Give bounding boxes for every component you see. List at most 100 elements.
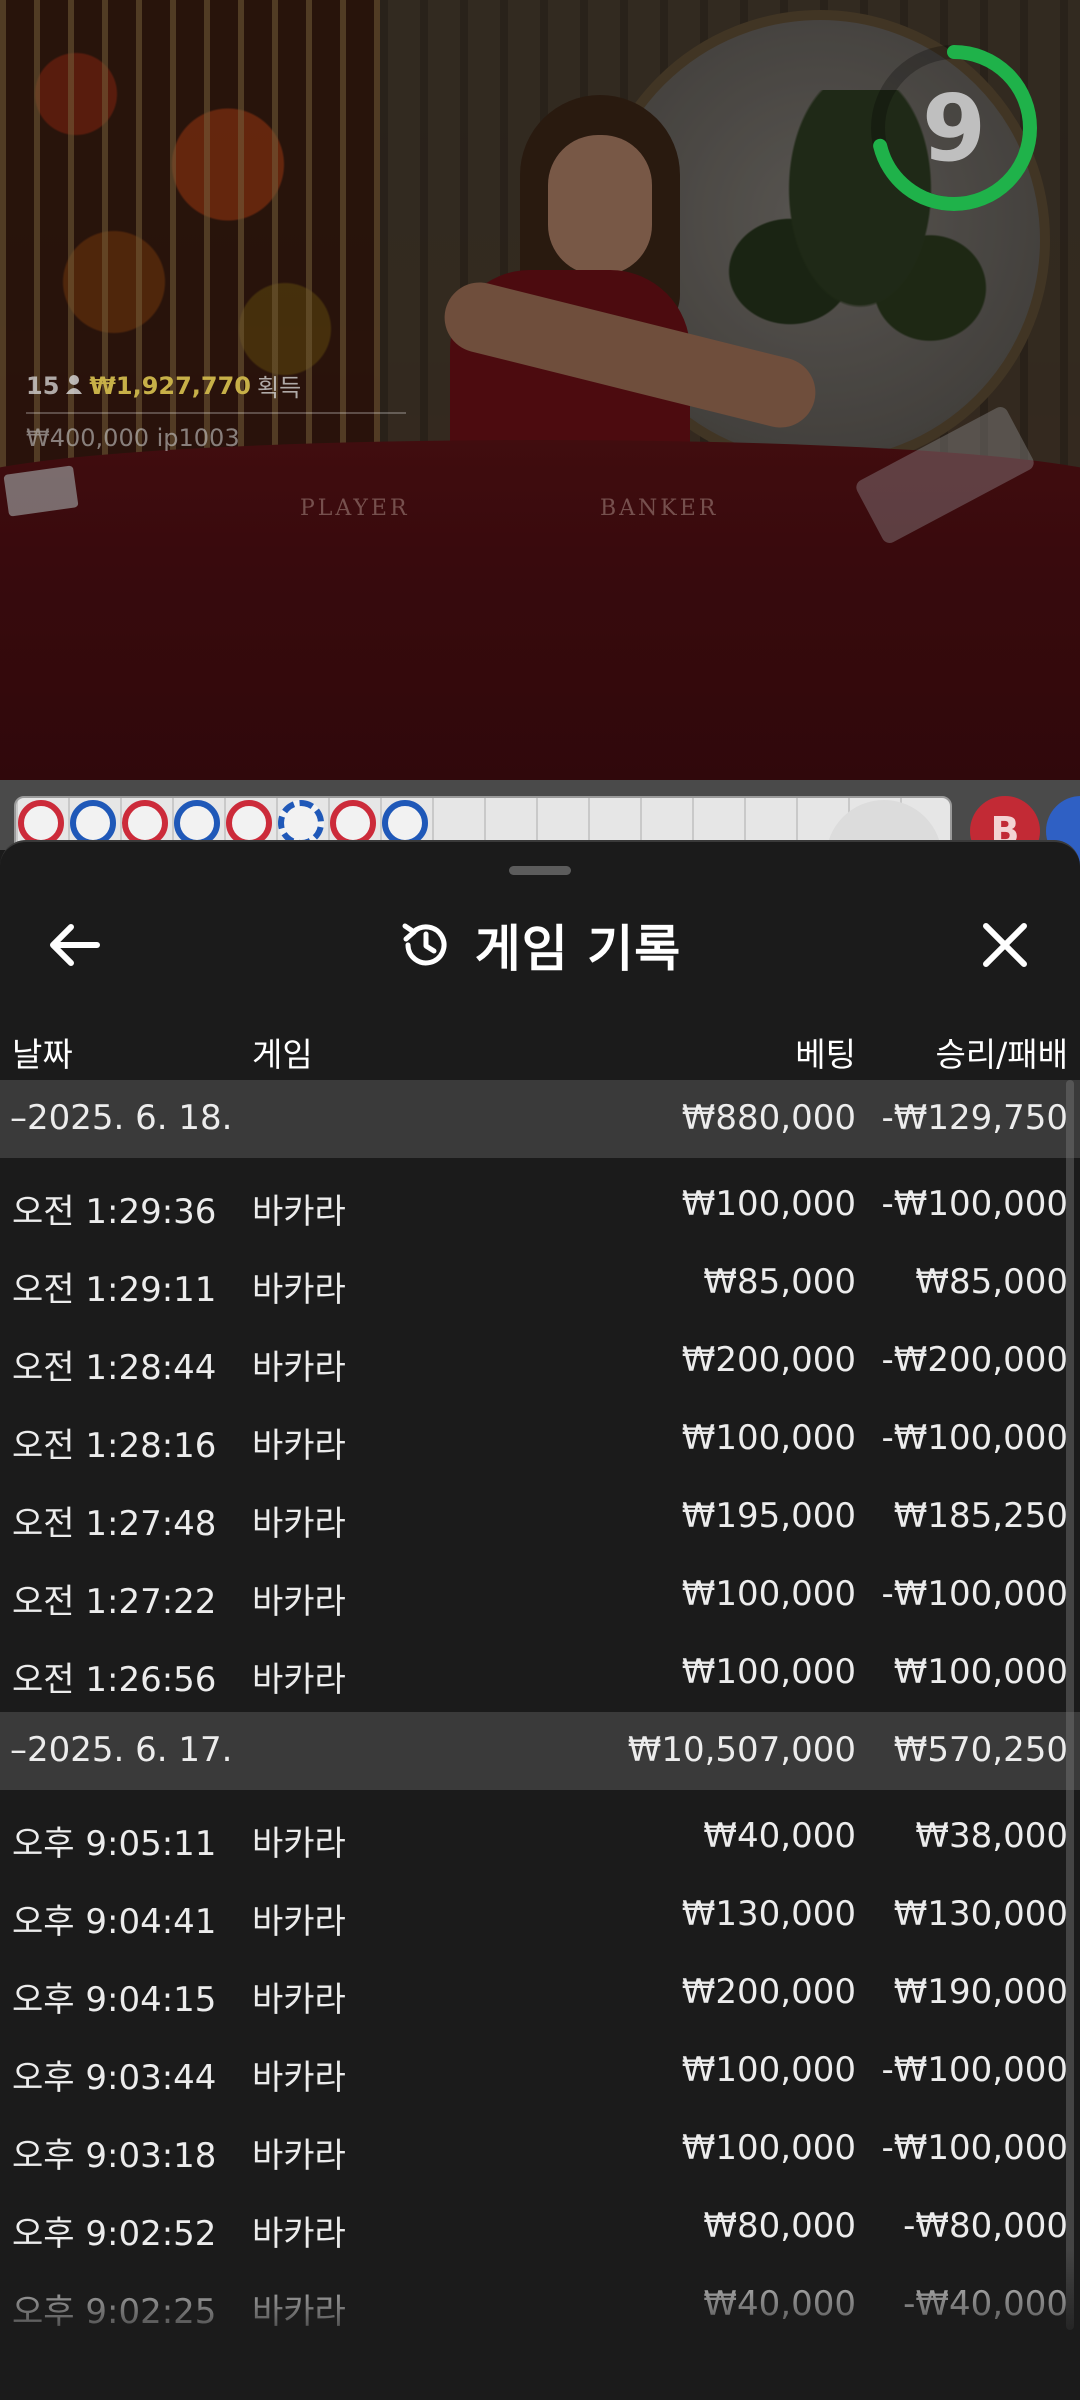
history-row: 오전 1:27:22 바카라 ₩100,000 -₩100,000 — [0, 1556, 1080, 1634]
history-row: 오전 1:29:11 바카라 ₩85,000 ₩85,000 — [0, 1244, 1080, 1322]
row-bet: ₩200,000 — [681, 1340, 856, 1380]
date-group-row[interactable]: –2025. 6. 18. ₩880,000 -₩129,750 — [0, 1080, 1080, 1158]
row-game: 바카라 — [252, 1660, 346, 1700]
group-winloss-total: -₩129,750 — [881, 1098, 1069, 1138]
column-header-game: 게임 — [252, 1035, 313, 1074]
row-bet: ₩100,000 — [681, 1184, 856, 1224]
row-time: 오전 1:29:11 — [12, 1270, 217, 1310]
row-winloss: -₩100,000 — [881, 2050, 1069, 2090]
row-time: 오후 9:03:18 — [12, 2136, 217, 2176]
column-header-bet: 베팅 — [795, 1035, 856, 1074]
row-bet: ₩100,000 — [681, 2050, 856, 2090]
player-count: 15 — [26, 371, 60, 400]
row-time: 오후 9:04:15 — [12, 1980, 217, 2020]
history-row: 오후 9:04:15 바카라 ₩200,000 ₩190,000 — [0, 1954, 1080, 2032]
history-row: 오후 9:02:25 바카라 ₩40,000 -₩40,000 — [0, 2266, 1080, 2344]
row-game: 바카라 — [252, 2136, 346, 2176]
sheet-header: 게임 기록 — [0, 890, 1080, 1000]
close-button[interactable] — [950, 890, 1060, 1000]
page-title: 게임 기록 — [474, 920, 682, 978]
row-game: 바카라 — [252, 1192, 346, 1232]
timer-value: 9 — [921, 74, 986, 182]
row-bet: ₩85,000 — [703, 1262, 856, 1302]
win-label: 획득 — [257, 374, 302, 402]
group-date: –2025. 6. 18. — [10, 1098, 233, 1138]
group-bet-total: ₩10,507,000 — [627, 1730, 856, 1770]
row-winloss: ₩185,250 — [893, 1496, 1068, 1536]
back-button[interactable] — [20, 890, 130, 1000]
row-bet: ₩130,000 — [681, 1894, 856, 1934]
row-winloss: ₩190,000 — [893, 1972, 1068, 2012]
row-game: 바카라 — [252, 1980, 346, 2020]
app-root: PLAYER BANKER 9 15 ₩1,927,770 획득 ₩400,00… — [0, 0, 1080, 2400]
row-winloss: -₩100,000 — [881, 1184, 1069, 1224]
row-time: 오후 9:04:41 — [12, 1902, 217, 1942]
row-winloss: -₩80,000 — [903, 2206, 1068, 2246]
row-bet: ₩200,000 — [681, 1972, 856, 2012]
history-row: 오후 9:02:52 바카라 ₩80,000 -₩80,000 — [0, 2188, 1080, 2266]
drag-handle[interactable] — [509, 866, 571, 875]
group-bet-total: ₩880,000 — [681, 1098, 856, 1138]
history-list[interactable]: –2025. 6. 18. ₩880,000 -₩129,750 오전 1:29:36… — [0, 1080, 1080, 2344]
row-time: 오전 1:26:56 — [12, 1660, 217, 1700]
history-row: 오후 9:05:11 바카라 ₩40,000 ₩38,000 — [0, 1798, 1080, 1876]
countdown-timer: 9 — [868, 42, 1040, 214]
close-icon — [983, 923, 1027, 967]
history-icon — [402, 923, 447, 966]
row-bet: ₩100,000 — [681, 1574, 856, 1614]
recent-winner: ₩400,000 ip1003 — [26, 424, 240, 452]
history-row: 오전 1:26:56 바카라 ₩100,000 ₩100,000 — [0, 1634, 1080, 1712]
row-bet: ₩100,000 — [681, 1652, 856, 1692]
row-game: 바카라 — [252, 2292, 346, 2332]
row-winloss: -₩40,000 — [903, 2284, 1068, 2324]
history-row: 오후 9:03:44 바카라 ₩100,000 -₩100,000 — [0, 2032, 1080, 2110]
row-time: 오후 9:05:11 — [12, 1824, 217, 1864]
row-game: 바카라 — [252, 1426, 346, 1466]
arrow-left-icon — [50, 924, 100, 966]
group-date: –2025. 6. 17. — [10, 1730, 233, 1770]
date-group-row[interactable]: –2025. 6. 17. ₩10,507,000 ₩570,250 — [0, 1712, 1080, 1790]
row-winloss: -₩100,000 — [881, 1418, 1069, 1458]
history-row: 오후 9:04:41 바카라 ₩130,000 ₩130,000 — [0, 1876, 1080, 1954]
game-history-sheet: 게임 기록 날짜 게임 베팅 승리/패배 –2025. 6. 18. ₩880,0… — [0, 840, 1080, 2400]
row-winloss: -₩200,000 — [881, 1340, 1069, 1380]
row-winloss: ₩38,000 — [915, 1816, 1068, 1856]
person-icon — [65, 372, 83, 400]
stats-divider — [26, 412, 406, 414]
row-time: 오후 9:03:44 — [12, 2058, 217, 2098]
history-scrollbar[interactable] — [1066, 1080, 1074, 2330]
history-row: 오후 9:03:18 바카라 ₩100,000 -₩100,000 — [0, 2110, 1080, 2188]
row-game: 바카라 — [252, 1270, 346, 1310]
row-time: 오후 9:02:25 — [12, 2292, 217, 2332]
row-winloss: ₩130,000 — [893, 1894, 1068, 1934]
win-amount: ₩1,927,770 — [89, 371, 252, 400]
group-winloss-total: ₩570,250 — [893, 1730, 1068, 1770]
row-game: 바카라 — [252, 2214, 346, 2254]
column-header-winloss: 승리/패배 — [935, 1035, 1068, 1074]
row-game: 바카라 — [252, 1348, 346, 1388]
row-time: 오전 1:28:16 — [12, 1426, 217, 1466]
row-game: 바카라 — [252, 1902, 346, 1942]
row-bet: ₩100,000 — [681, 1418, 856, 1458]
sheet-title-group: 게임 기록 — [399, 909, 681, 981]
row-bet: ₩40,000 — [703, 1816, 856, 1856]
history-row: 오전 1:27:48 바카라 ₩195,000 ₩185,250 — [0, 1478, 1080, 1556]
table-header: 날짜 게임 베팅 승리/패배 — [0, 1012, 1080, 1082]
row-game: 바카라 — [252, 1824, 346, 1864]
row-time: 오전 1:29:36 — [12, 1192, 217, 1232]
row-bet: ₩195,000 — [681, 1496, 856, 1536]
row-bet: ₩80,000 — [703, 2206, 856, 2246]
row-time: 오전 1:27:48 — [12, 1504, 217, 1544]
row-game: 바카라 — [252, 2058, 346, 2098]
live-video-feed[interactable]: PLAYER BANKER 9 15 ₩1,927,770 획득 ₩400,00… — [0, 0, 1080, 780]
row-winloss: -₩100,000 — [881, 2128, 1069, 2168]
row-winloss: ₩100,000 — [893, 1652, 1068, 1692]
row-bet: ₩40,000 — [703, 2284, 856, 2324]
row-game: 바카라 — [252, 1504, 346, 1544]
row-bet: ₩100,000 — [681, 2128, 856, 2168]
column-header-date: 날짜 — [12, 1035, 73, 1074]
history-row: 오전 1:28:16 바카라 ₩100,000 -₩100,000 — [0, 1400, 1080, 1478]
history-row: 오전 1:28:44 바카라 ₩200,000 -₩200,000 — [0, 1322, 1080, 1400]
row-game: 바카라 — [252, 1582, 346, 1622]
row-time: 오전 1:27:22 — [12, 1582, 217, 1622]
